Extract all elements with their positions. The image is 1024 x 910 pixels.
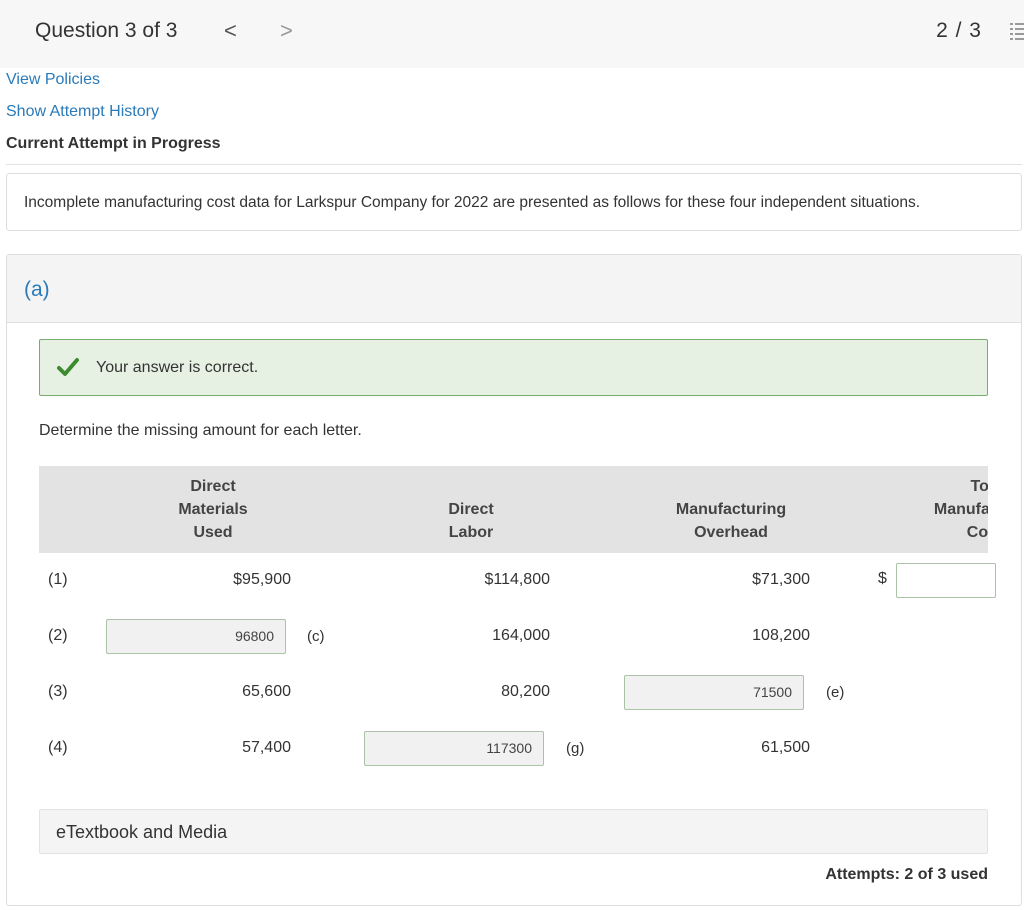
cost-table-header: Direct Materials Used Direct Labor Manuf… — [39, 466, 988, 553]
answer-letter: (c) — [307, 628, 325, 645]
previous-question-button[interactable]: < — [224, 18, 237, 44]
direct-materials-value: 65,600 — [242, 683, 291, 700]
direct-materials-value: 57,400 — [242, 739, 291, 756]
current-attempt-heading: Current Attempt in Progress — [6, 135, 221, 152]
part-a-header: (a) — [7, 255, 1021, 323]
etextbook-media-button[interactable]: eTextbook and Media — [39, 809, 988, 854]
checkmark-icon — [57, 358, 79, 376]
direct-labor-value: 80,200 — [501, 683, 550, 700]
question-list-icon[interactable] — [1010, 22, 1024, 42]
score-display: 2 / 3 — [936, 19, 982, 42]
row-label: (1) — [48, 571, 68, 588]
question-intro-text: Incomplete manufacturing cost data for L… — [24, 194, 921, 211]
header-direct-materials: Direct Materials Used — [178, 478, 248, 541]
overhead-value: 61,500 — [761, 739, 810, 756]
overhead-value: 108,200 — [752, 627, 810, 644]
question-intro-box: Incomplete manufacturing cost data for L… — [6, 173, 1022, 231]
overhead-value: $71,300 — [752, 571, 810, 588]
header-manufacturing-overhead: Manufacturing Overhead — [675, 501, 787, 541]
answer-input-e[interactable]: 71500 — [624, 675, 804, 710]
row-label: (3) — [48, 683, 68, 700]
feedback-text: Your answer is correct. — [96, 359, 259, 376]
attempts-counter: Attempts: 2 of 3 used — [825, 866, 988, 883]
header-total-manufacturing-costs: Total Manufacturing Costs — [933, 478, 988, 541]
question-title: Question 3 of 3 — [35, 19, 178, 42]
etextbook-media-label: eTextbook and Media — [56, 822, 228, 842]
header-direct-labor: Direct Labor — [448, 501, 494, 541]
direct-labor-value: 164,000 — [492, 627, 550, 644]
answer-letter: (g) — [566, 740, 585, 757]
answer-input-c[interactable]: 96800 — [106, 619, 286, 654]
part-label: (a) — [24, 278, 50, 301]
row-label: (2) — [48, 627, 68, 644]
dollar-sign: $ — [878, 570, 887, 587]
correct-feedback-box: Your answer is correct. — [39, 339, 988, 396]
next-question-button[interactable]: > — [280, 18, 293, 44]
instruction-text: Determine the missing amount for each le… — [39, 422, 362, 439]
total-manufacturing-cost-input[interactable] — [896, 563, 996, 598]
answer-letter: (e) — [826, 684, 845, 701]
answer-input-g[interactable]: 117300 — [364, 731, 544, 766]
divider — [6, 164, 1022, 165]
direct-labor-value: $114,800 — [484, 571, 550, 588]
question-header: Question 3 of 3 < > 2 / 3 — [0, 0, 1024, 68]
direct-materials-value: $95,900 — [233, 571, 291, 588]
show-attempt-history-link[interactable]: Show Attempt History — [6, 103, 159, 121]
view-policies-link[interactable]: View Policies — [6, 71, 100, 89]
row-label: (4) — [48, 739, 68, 756]
